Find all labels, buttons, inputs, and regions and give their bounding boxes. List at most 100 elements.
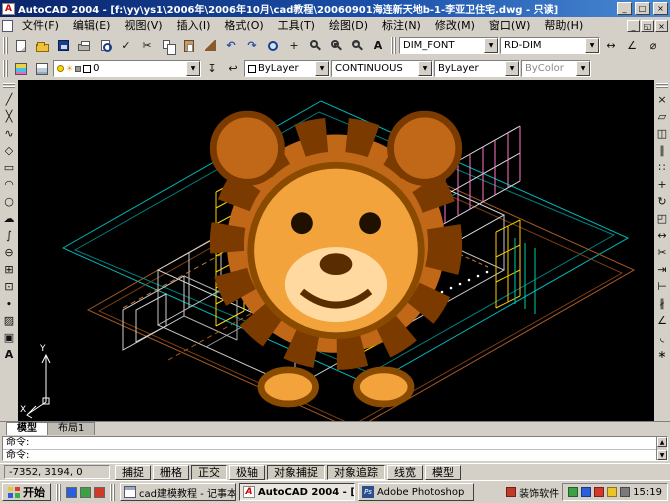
toolbar-grip[interactable] (3, 60, 8, 77)
toolbar-grip[interactable] (3, 37, 8, 54)
stretch-icon[interactable]: ↔ (654, 227, 670, 243)
close-button[interactable]: × (653, 2, 668, 15)
polyline-icon[interactable]: ∿ (1, 125, 17, 141)
menu-item-help[interactable]: 帮助(H) (537, 18, 590, 33)
status-snap[interactable]: 捕捉 (115, 465, 151, 480)
construction-line-icon[interactable]: ╳ (1, 108, 17, 124)
polygon-icon[interactable]: ◇ (1, 142, 17, 158)
menu-item-modify[interactable]: 修改(M) (428, 18, 482, 33)
layer-properties-icon[interactable] (11, 59, 31, 78)
chamfer-icon[interactable]: ∠ (654, 312, 670, 328)
insert-block-icon[interactable]: ⊞ (1, 261, 17, 277)
menu-item-dimension[interactable]: 标注(N) (375, 18, 428, 33)
status-ortho[interactable]: 正交 (191, 465, 227, 480)
trim-icon[interactable]: ✂ (654, 244, 670, 260)
menu-item-tools[interactable]: 工具(T) (271, 18, 322, 33)
tray-icon[interactable] (607, 487, 617, 497)
chevron-down-icon[interactable]: ▼ (505, 61, 519, 76)
toolbar-grip[interactable] (391, 37, 396, 54)
task-photoshop[interactable]: Adobe Photoshop (358, 483, 474, 501)
tray-icon[interactable] (568, 487, 578, 497)
scale-icon[interactable]: ◰ (654, 210, 670, 226)
status-lwt[interactable]: 线宽 (387, 465, 423, 480)
spline-icon[interactable]: ∫ (1, 227, 17, 243)
undo-icon[interactable]: ↶ (221, 36, 241, 55)
array-icon[interactable]: ∷ (654, 159, 670, 175)
line-icon[interactable]: ╱ (1, 91, 17, 107)
dim-radius-icon[interactable]: ⌀ (643, 36, 663, 55)
tray-icon[interactable] (581, 487, 591, 497)
region-icon[interactable]: ▣ (1, 329, 17, 345)
rotate-icon[interactable]: ↻ (654, 193, 670, 209)
status-polar[interactable]: 极轴 (229, 465, 265, 480)
match-properties-icon[interactable] (200, 36, 220, 55)
task-autocad[interactable]: AutoCAD 2004 - [f:\... (239, 483, 355, 501)
preview-icon[interactable] (95, 36, 115, 55)
tray-icon[interactable] (594, 487, 604, 497)
save-icon[interactable] (53, 36, 73, 55)
taskbar-grip[interactable] (56, 484, 61, 501)
maximize-button[interactable]: □ (635, 2, 650, 15)
menu-item-draw[interactable]: 绘图(D) (322, 18, 375, 33)
mdi-restore-button[interactable]: ◱ (641, 20, 654, 32)
copy-object-icon[interactable]: ▱ (654, 108, 670, 124)
command-input[interactable]: 命令: (3, 449, 667, 461)
ellipse-icon[interactable]: ⊖ (1, 244, 17, 260)
scroll-down-icon[interactable]: ▼ (657, 450, 667, 460)
zoom-previous-icon[interactable] (347, 36, 367, 55)
chevron-down-icon[interactable]: ▼ (186, 61, 200, 76)
zoom-window-icon[interactable] (326, 36, 346, 55)
explode-icon[interactable]: ∗ (654, 346, 670, 362)
paste-icon[interactable] (179, 36, 199, 55)
dim-style-combo[interactable]: RD-DIM ▼ (500, 37, 600, 54)
lion-mascot[interactable] (18, 80, 654, 421)
drawing-canvas[interactable]: Y X (18, 80, 654, 421)
mirror-icon[interactable]: ◫ (654, 125, 670, 141)
tab-model[interactable]: 模型 (6, 422, 48, 435)
chevron-down-icon[interactable]: ▼ (315, 61, 329, 76)
status-otrack[interactable]: 对象追踪 (327, 465, 385, 480)
quicklaunch-icon[interactable] (80, 487, 91, 498)
menu-item-file[interactable]: 文件(F) (15, 18, 66, 33)
break-at-point-icon[interactable]: ⊢ (654, 278, 670, 294)
make-block-icon[interactable]: ⊡ (1, 278, 17, 294)
tab-layout1[interactable]: 布局1 (47, 422, 95, 435)
dim-font-combo[interactable]: DIM_FONT ▼ (399, 37, 499, 54)
move-icon[interactable]: + (654, 176, 670, 192)
menu-item-window[interactable]: 窗口(W) (482, 18, 537, 33)
text-style-icon[interactable]: A (368, 36, 388, 55)
taskbar-grip[interactable] (110, 484, 115, 501)
chevron-down-icon[interactable]: ▼ (585, 38, 599, 53)
clock[interactable]: 15:19 (633, 487, 662, 498)
status-osnap[interactable]: 对象捕捉 (267, 465, 325, 480)
mdi-minimize-button[interactable]: _ (627, 20, 640, 32)
color-combo[interactable]: ByLayer ▼ (244, 60, 330, 77)
quicklaunch-icon[interactable] (66, 487, 77, 498)
status-grid[interactable]: 栅格 (153, 465, 189, 480)
tray-icon[interactable] (620, 487, 630, 497)
redo-icon[interactable]: ↷ (242, 36, 262, 55)
lineweight-combo[interactable]: ByLayer ▼ (434, 60, 520, 77)
mdi-close-button[interactable]: × (655, 20, 668, 32)
print-icon[interactable] (74, 36, 94, 55)
cut-icon[interactable]: ✂ (137, 36, 157, 55)
revision-cloud-icon[interactable]: ☁ (1, 210, 17, 226)
arc-icon[interactable]: ◠ (1, 176, 17, 192)
chevron-down-icon[interactable]: ▼ (484, 38, 498, 53)
break-icon[interactable]: ∦ (654, 295, 670, 311)
linetype-combo[interactable]: CONTINUOUS ▼ (331, 60, 433, 77)
menu-item-insert[interactable]: 插入(I) (170, 18, 218, 33)
erase-icon[interactable]: × (654, 91, 670, 107)
layer-previous-icon[interactable]: ↩ (223, 59, 243, 78)
open-icon[interactable] (32, 36, 52, 55)
quicklaunch-icon[interactable] (94, 487, 105, 498)
new-icon[interactable] (11, 36, 31, 55)
status-model[interactable]: 模型 (425, 465, 461, 480)
command-scrollbar[interactable]: ▲ ▼ (656, 437, 667, 460)
rectangle-icon[interactable]: ▭ (1, 159, 17, 175)
menu-item-edit[interactable]: 编辑(E) (66, 18, 118, 33)
start-button[interactable]: 开始 (2, 483, 51, 501)
circle-icon[interactable]: ○ (1, 193, 17, 209)
toolbar-grip[interactable] (656, 83, 668, 88)
copy-icon[interactable] (158, 36, 178, 55)
